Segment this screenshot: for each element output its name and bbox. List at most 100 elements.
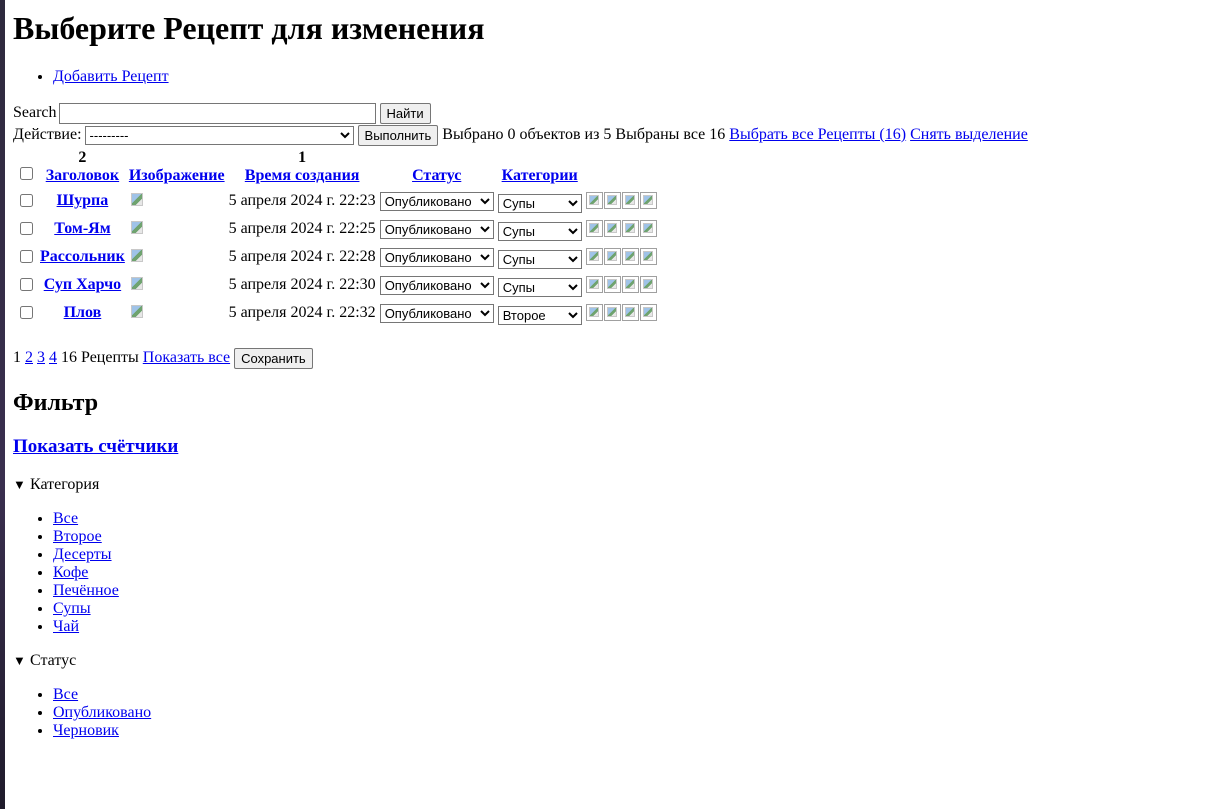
list-item: Все [53, 510, 119, 528]
action-select[interactable]: --------- [84, 125, 354, 145]
recipe-image [130, 220, 146, 236]
created-time: 5 апреля 2024 г. 22:25 [228, 220, 376, 237]
view-icon[interactable] [603, 220, 621, 237]
run-action-button[interactable]: Выполнить [357, 124, 439, 146]
list-item: Чай [53, 618, 119, 636]
category-filter-pastry[interactable]: Печённое [53, 582, 119, 599]
result-count: 16 Рецепты [61, 349, 139, 366]
status-select[interactable]: Опубликовано [379, 303, 494, 323]
show-counters-heading: Показать счётчики [13, 436, 178, 458]
row-checkbox[interactable] [20, 221, 33, 235]
window-left-edge [0, 0, 5, 809]
category-filter-coffee[interactable]: Кофе [53, 564, 88, 581]
view-icon[interactable] [603, 192, 621, 209]
row-checkbox[interactable] [20, 193, 33, 207]
copy-icon[interactable] [621, 276, 639, 293]
status-filter-all[interactable]: Все [53, 686, 78, 703]
category-select[interactable]: Супы [497, 278, 582, 297]
sort-link-image[interactable]: Изображение [129, 167, 225, 184]
recipe-title-link[interactable]: Том-Ям [54, 220, 110, 237]
recipe-title-link[interactable]: Шурпа [57, 192, 109, 209]
view-icon[interactable] [603, 276, 621, 293]
status-select[interactable]: Опубликовано [379, 219, 494, 239]
show-all-link[interactable]: Показать все [143, 349, 230, 367]
created-time: 5 апреля 2024 г. 22:28 [228, 248, 376, 265]
list-item: Опубликовано [53, 704, 151, 722]
recipe-image [130, 304, 146, 320]
delete-icon[interactable] [639, 248, 657, 265]
recipe-title-link[interactable]: Суп Харчо [44, 276, 121, 293]
created-time: 5 апреля 2024 г. 22:32 [228, 304, 376, 321]
status-filter-published[interactable]: Опубликовано [53, 704, 151, 721]
list-item: Супы [53, 600, 119, 618]
edit-icon[interactable] [585, 276, 603, 293]
table-row: Рассольник 5 апреля 2024 г. 22:28 Опубли… [15, 244, 659, 270]
category-select[interactable]: Супы [497, 194, 582, 213]
status-filter-draft[interactable]: Черновик [53, 722, 119, 739]
column-header-created: 1 Время создания [228, 148, 377, 186]
sort-priority: 1 [298, 149, 307, 166]
edit-icon[interactable] [585, 304, 603, 321]
copy-icon[interactable] [621, 220, 639, 237]
page-link[interactable]: 3 [37, 349, 45, 367]
action-label: Действие: [13, 126, 82, 143]
view-icon[interactable] [603, 248, 621, 265]
table-row: Плов 5 апреля 2024 г. 22:32 Опубликовано… [15, 300, 659, 326]
save-button[interactable]: Сохранить [234, 347, 313, 369]
status-select[interactable]: Опубликовано [379, 191, 494, 211]
copy-icon[interactable] [621, 192, 639, 209]
delete-icon[interactable] [639, 192, 657, 209]
search-button[interactable]: Найти [379, 102, 431, 124]
column-header-actions [585, 148, 659, 186]
category-filter-soups[interactable]: Супы [53, 600, 91, 617]
row-checkbox[interactable] [20, 249, 33, 263]
copy-icon[interactable] [621, 248, 639, 265]
sort-link-status[interactable]: Статус [412, 167, 461, 184]
delete-icon[interactable] [639, 304, 657, 321]
category-select[interactable]: Второе [497, 306, 582, 325]
page-link[interactable]: 2 [25, 349, 33, 367]
category-filter-all[interactable]: Все [53, 510, 78, 527]
paginator: 1 2 3 4 16 Рецепты Показать все Сохранит… [13, 347, 313, 369]
category-filter-desserts[interactable]: Десерты [53, 546, 112, 563]
page-link[interactable]: 4 [49, 349, 57, 367]
category-filter-list: Все Второе Десерты Кофе Печённое Супы Ча… [13, 510, 119, 636]
add-recipe-link[interactable]: Добавить Рецепт [53, 68, 169, 85]
category-filter-tea[interactable]: Чай [53, 618, 79, 635]
copy-icon[interactable] [621, 304, 639, 321]
category-filter-summary[interactable]: ▼ Категория [13, 476, 99, 494]
select-all-checkbox[interactable] [20, 167, 33, 180]
delete-icon[interactable] [639, 276, 657, 293]
current-page: 1 [13, 349, 21, 366]
list-item: Черновик [53, 722, 151, 740]
edit-icon[interactable] [585, 220, 603, 237]
search-input[interactable] [58, 102, 376, 124]
show-counters-link[interactable]: Показать счётчики [13, 436, 178, 457]
status-select[interactable]: Опубликовано [379, 247, 494, 267]
recipe-title-link[interactable]: Рассольник [40, 248, 125, 265]
recipe-title-link[interactable]: Плов [64, 304, 102, 321]
category-select[interactable]: Супы [497, 222, 582, 241]
select-all-link[interactable]: Выбрать все Рецепты (16) [729, 126, 906, 144]
edit-icon[interactable] [585, 192, 603, 209]
clear-selection-link[interactable]: Снять выделение [910, 126, 1028, 144]
sort-link-categories[interactable]: Категории [502, 167, 578, 184]
category-select[interactable]: Супы [497, 250, 582, 269]
status-filter-summary[interactable]: ▼ Статус [13, 652, 76, 670]
selected-all-text: Выбраны все 16 [615, 126, 726, 143]
table-header-row: 2 Заголовок Изображение 1 Время создания… [15, 148, 659, 186]
row-checkbox[interactable] [20, 277, 33, 291]
row-checkbox[interactable] [20, 305, 33, 319]
category-filter-second[interactable]: Второе [53, 528, 102, 545]
delete-icon[interactable] [639, 220, 657, 237]
column-header-status: Статус [379, 148, 495, 186]
filter-title: Фильтр [13, 390, 99, 416]
page-title: Выберите Рецепт для изменения [13, 10, 485, 46]
view-icon[interactable] [603, 304, 621, 321]
search-icon: Search [13, 104, 57, 121]
sort-link-title[interactable]: Заголовок [46, 167, 119, 184]
status-select[interactable]: Опубликовано [379, 275, 494, 295]
sort-link-created[interactable]: Время создания [245, 167, 360, 184]
edit-icon[interactable] [585, 248, 603, 265]
sort-priority: 2 [78, 149, 87, 166]
